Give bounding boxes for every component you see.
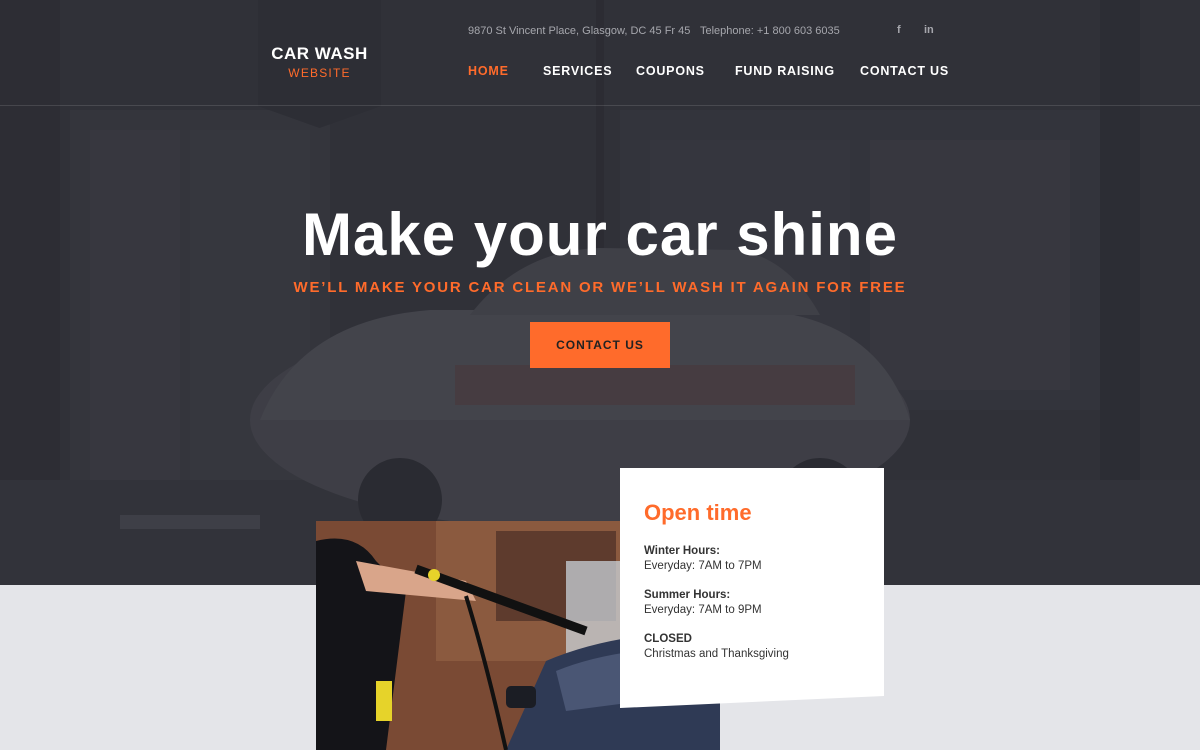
nav-services[interactable]: SERVICES (543, 64, 612, 78)
open-time-title: Open time (644, 500, 752, 525)
summer-hours-label: Summer Hours: (644, 589, 731, 601)
nav-home[interactable]: HOME (468, 64, 509, 78)
nav-fund-raising[interactable]: FUND RAISING (735, 64, 835, 78)
nav-contact-us[interactable]: CONTACT US (860, 64, 949, 78)
winter-hours-label: Winter Hours: (644, 545, 720, 557)
logo-badge[interactable] (258, 0, 381, 128)
logo-title: CAR WASH (271, 44, 368, 63)
facebook-icon[interactable]: f (897, 24, 901, 36)
address-text: 9870 St Vincent Place, Glasgow, DC 45 Fr… (468, 25, 691, 37)
nav-coupons[interactable]: COUPONS (636, 64, 705, 78)
hero-subtitle: WE’LL MAKE YOUR CAR CLEAN OR WE’LL WASH … (293, 279, 907, 296)
summer-hours-value: Everyday: 7AM to 9PM (644, 604, 762, 616)
linkedin-icon[interactable]: in (924, 24, 934, 36)
hero-title: Make your car shine (302, 201, 898, 268)
header-divider (0, 105, 1200, 106)
closed-value: Christmas and Thanksgiving (644, 648, 789, 660)
closed-label: CLOSED (644, 633, 692, 645)
phone-text: Telephone: +1 800 603 6035 (700, 25, 840, 37)
contact-us-button[interactable]: CONTACT US (530, 322, 670, 368)
winter-hours-value: Everyday: 7AM to 7PM (644, 560, 762, 572)
logo-subtitle: WEBSITE (288, 66, 351, 80)
